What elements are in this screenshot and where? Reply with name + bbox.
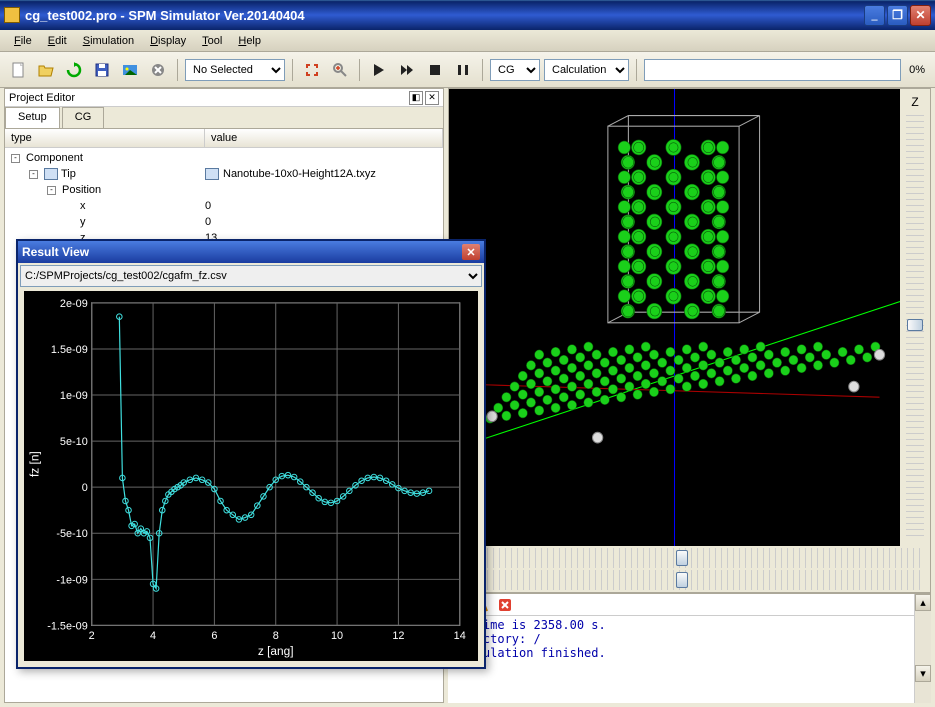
minimize-button[interactable]: _	[864, 5, 885, 26]
svg-text:4: 4	[150, 630, 156, 642]
svg-text:14: 14	[454, 630, 466, 642]
tab-cg[interactable]: CG	[62, 107, 105, 128]
window-title: cg_test002.pro - SPM Simulator Ver.20140…	[25, 8, 864, 23]
play-button[interactable]	[367, 58, 391, 82]
menu-edit[interactable]: Edit	[40, 33, 75, 49]
tree-row[interactable]: y0	[5, 214, 443, 230]
toolbar: No Selected CG Calculation 0%	[0, 52, 935, 88]
column-value[interactable]: value	[205, 129, 443, 147]
menu-tool[interactable]: Tool	[194, 33, 230, 49]
svg-text:1e-09: 1e-09	[60, 390, 88, 402]
panel-close-button[interactable]: ✕	[425, 91, 439, 105]
svg-text:2e-09: 2e-09	[60, 298, 88, 310]
result-view-window[interactable]: Result View ✕ C:/SPMProjects/cg_test002/…	[16, 239, 486, 669]
solver-dropdown[interactable]: CG	[490, 59, 540, 81]
new-button[interactable]	[6, 58, 30, 82]
svg-text:12: 12	[392, 630, 404, 642]
svg-text:-5e-10: -5e-10	[56, 528, 87, 540]
selection-dropdown[interactable]: No Selected	[185, 59, 285, 81]
app-icon	[4, 7, 20, 23]
mode-dropdown[interactable]: Calculation	[544, 59, 629, 81]
y-slider[interactable]	[457, 570, 922, 590]
result-view-close-button[interactable]: ✕	[462, 244, 480, 260]
open-button[interactable]	[34, 58, 58, 82]
svg-text:8: 8	[273, 630, 279, 642]
save-button[interactable]	[90, 58, 114, 82]
svg-text:-1e-09: -1e-09	[56, 574, 87, 586]
3d-view-panel: Z	[448, 88, 931, 593]
titlebar: cg_test002.pro - SPM Simulator Ver.20140…	[0, 0, 935, 30]
svg-text:-1.5e-09: -1.5e-09	[47, 620, 88, 632]
menu-simulation[interactable]: Simulation	[75, 33, 142, 49]
tree-row[interactable]: -TipNanotube-10x0-Height12A.txyz	[5, 166, 443, 182]
delete-button[interactable]	[146, 58, 170, 82]
column-type[interactable]: type	[5, 129, 205, 147]
fastforward-button[interactable]	[395, 58, 419, 82]
menu-display[interactable]: Display	[142, 33, 194, 49]
progress-bar	[644, 59, 901, 81]
svg-text:10: 10	[331, 630, 343, 642]
dock-button[interactable]: ◧	[409, 91, 423, 105]
console-scrollbar[interactable]: ▴ ▾	[914, 594, 931, 703]
svg-text:6: 6	[211, 630, 217, 642]
svg-text:0: 0	[82, 482, 88, 494]
tree-row[interactable]: -Component	[5, 150, 443, 166]
3d-viewport[interactable]	[449, 89, 900, 546]
menu-help[interactable]: Help	[230, 33, 269, 49]
z-slider[interactable]	[906, 115, 924, 540]
console-panel: ▾ PU time is 2358.00 s.directory: / calc…	[448, 593, 931, 703]
maximize-button[interactable]: ❐	[887, 5, 908, 26]
tab-setup[interactable]: Setup	[5, 107, 60, 128]
console-stop-button[interactable]	[496, 596, 514, 614]
progress-label: 0%	[905, 64, 929, 76]
svg-text:fz [n]: fz [n]	[27, 451, 41, 477]
svg-text:z [ang]: z [ang]	[258, 644, 294, 658]
result-file-dropdown[interactable]: C:/SPMProjects/cg_test002/cgafm_fz.csv	[20, 265, 482, 287]
result-plot[interactable]: 2 4 6 8 10 12 14 -1.5e-09 -1e-09 -5e-10 0 5e-10 1e-0…	[24, 291, 478, 661]
tree-row[interactable]: x0	[5, 198, 443, 214]
image-button[interactable]	[118, 58, 142, 82]
result-view-titlebar[interactable]: Result View ✕	[18, 241, 484, 263]
svg-text:5e-10: 5e-10	[60, 436, 88, 448]
refresh-button[interactable]	[62, 58, 86, 82]
menu-file[interactable]: File	[6, 33, 40, 49]
svg-text:1.5e-09: 1.5e-09	[51, 344, 88, 356]
svg-text:2: 2	[89, 630, 95, 642]
zoom-reset-button[interactable]	[300, 58, 324, 82]
zoom-in-button[interactable]	[328, 58, 352, 82]
menubar: File Edit Simulation Display Tool Help	[0, 30, 935, 52]
z-axis-label: Z	[911, 95, 918, 109]
close-button[interactable]: ✕	[910, 5, 931, 26]
tree-row[interactable]: -Position	[5, 182, 443, 198]
console-output[interactable]: PU time is 2358.00 s.directory: / calcul…	[448, 616, 914, 703]
stop-button[interactable]	[423, 58, 447, 82]
pause-button[interactable]	[451, 58, 475, 82]
x-slider[interactable]	[457, 548, 922, 568]
project-editor-header: Project Editor ◧ ✕	[5, 89, 443, 107]
